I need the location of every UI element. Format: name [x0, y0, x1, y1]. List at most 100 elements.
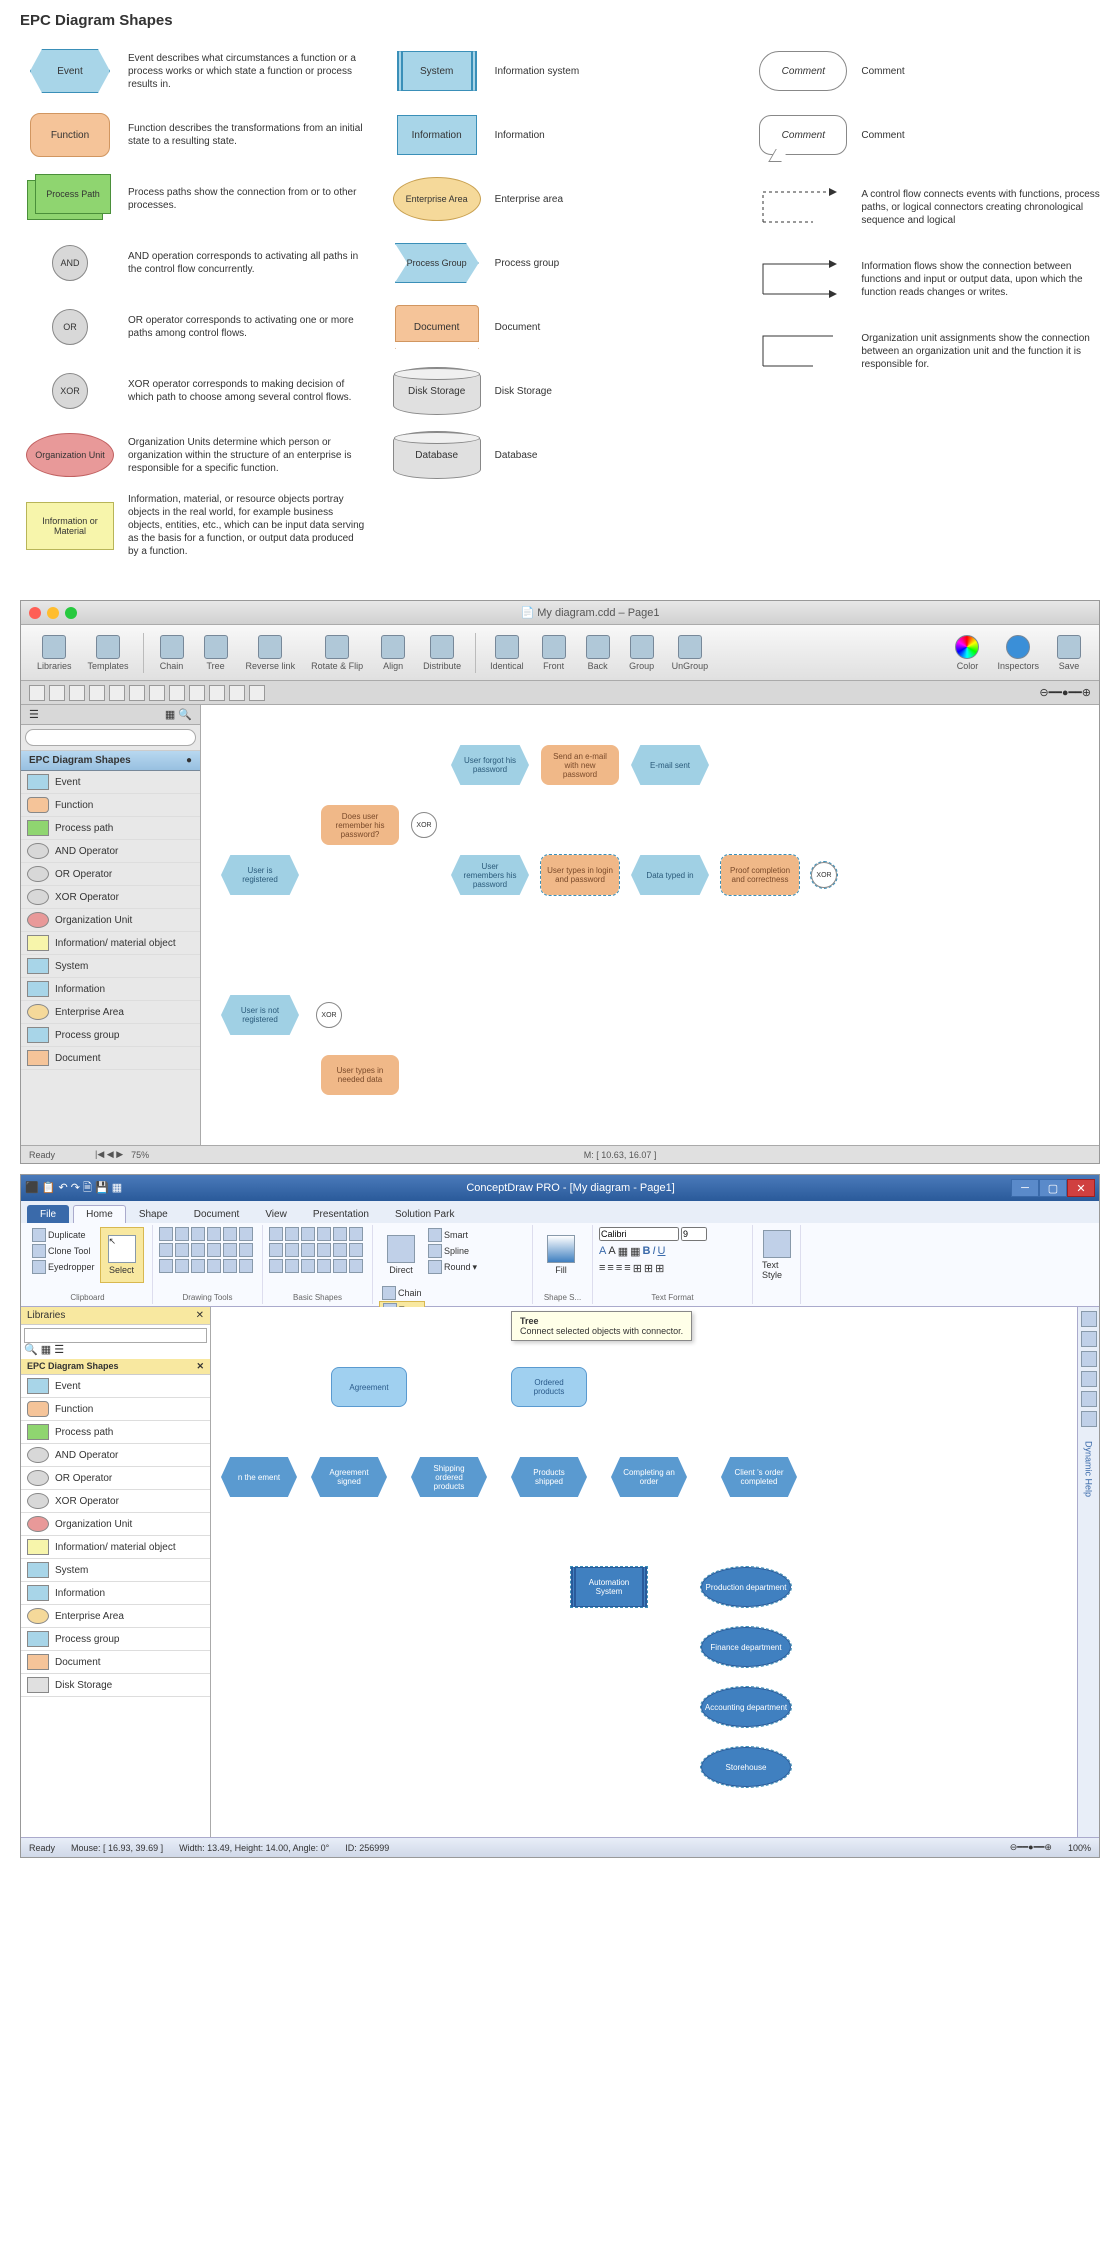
node-xor-3[interactable]: XOR	[316, 1002, 342, 1028]
node-production-dept[interactable]: Production department	[701, 1567, 791, 1607]
close-button[interactable]	[29, 607, 41, 619]
zoom-value[interactable]: 75%	[131, 1150, 149, 1160]
save-button[interactable]: Save	[1049, 633, 1089, 673]
tab-shape[interactable]: Shape	[126, 1205, 181, 1223]
tool-icon[interactable]	[89, 685, 105, 701]
node-not-registered[interactable]: User is not registered	[221, 995, 299, 1035]
close-button[interactable]: ✕	[1067, 1179, 1095, 1197]
color-button[interactable]: Color	[947, 633, 987, 673]
templates-button[interactable]: Templates	[82, 633, 135, 673]
sidebar-panel-title[interactable]: EPC Diagram Shapes	[27, 1361, 119, 1372]
node-finance-dept[interactable]: Finance department	[701, 1627, 791, 1667]
mac-titlebar[interactable]: 📄 My diagram.cdd – Page1	[21, 601, 1099, 625]
node-order-completed[interactable]: Client 's order completed	[721, 1457, 797, 1497]
node-storehouse[interactable]: Storehouse	[701, 1747, 791, 1787]
close-icon[interactable]: ✕	[196, 1310, 204, 1321]
maximize-button[interactable]	[65, 607, 77, 619]
ungroup-button[interactable]: UnGroup	[666, 633, 715, 673]
sidebar-item[interactable]: Event	[21, 1375, 210, 1398]
grid-view-icon[interactable]: ▦ 🔍	[165, 708, 192, 721]
tool-icon[interactable]	[1081, 1411, 1097, 1427]
direct-button[interactable]: Direct	[379, 1227, 423, 1283]
tool-icon[interactable]	[189, 685, 205, 701]
minimize-button[interactable]: ─	[1011, 1179, 1039, 1197]
sidebar-item[interactable]: Process path	[21, 817, 200, 840]
node-data-typed[interactable]: Data typed in	[631, 855, 709, 895]
tool-icon[interactable]	[249, 685, 265, 701]
spline-button[interactable]: Spline	[425, 1243, 480, 1259]
zoom-value[interactable]: 100%	[1068, 1843, 1091, 1853]
sidebar-item[interactable]: AND Operator	[21, 840, 200, 863]
libraries-button[interactable]: Libraries	[31, 633, 78, 673]
close-icon[interactable]: ✕	[196, 1361, 204, 1372]
tool-icon[interactable]	[229, 685, 245, 701]
sidebar-item[interactable]: Information	[21, 1582, 210, 1605]
node-proof-completion[interactable]: Proof completion and correctness	[721, 855, 799, 895]
sidebar-item[interactable]: Organization Unit	[21, 1513, 210, 1536]
tool-icon[interactable]	[169, 685, 185, 701]
font-size-select[interactable]	[681, 1227, 707, 1241]
distribute-button[interactable]: Distribute	[417, 633, 467, 673]
tab-document[interactable]: Document	[181, 1205, 253, 1223]
identical-button[interactable]: Identical	[484, 633, 530, 673]
node-xor-1[interactable]: XOR	[411, 812, 437, 838]
win-canvas[interactable]: TreeConnect selected objects with connec…	[211, 1307, 1077, 1837]
sidebar-item[interactable]: System	[21, 1559, 210, 1582]
tab-view[interactable]: View	[252, 1205, 300, 1223]
sidebar-item[interactable]: Process group	[21, 1024, 200, 1047]
sidebar-item[interactable]: Enterprise Area	[21, 1001, 200, 1024]
tool-icon[interactable]	[1081, 1371, 1097, 1387]
win-titlebar[interactable]: ⬛ 📋 ↶ ↷ 🗎 💾 ▦ ConceptDraw PRO - [My diag…	[21, 1175, 1099, 1201]
library-search-input[interactable]	[24, 1328, 207, 1343]
node-user-registered[interactable]: User is registered	[221, 855, 299, 895]
zoom-slider[interactable]: ⊖━━●━━⊕	[1010, 1842, 1052, 1853]
tab-presentation[interactable]: Presentation	[300, 1205, 382, 1223]
sidebar-item[interactable]: XOR Operator	[21, 886, 200, 909]
node-remembers-password[interactable]: User remembers his password	[451, 855, 529, 895]
reverse-link-button[interactable]: Reverse link	[240, 633, 302, 673]
chain-button[interactable]: Chain	[379, 1285, 425, 1301]
font-select[interactable]	[599, 1227, 679, 1241]
sidebar-item[interactable]: Organization Unit	[21, 909, 200, 932]
node-xor-2[interactable]: XOR	[811, 862, 837, 888]
round-button[interactable]: Round ▾	[425, 1259, 480, 1275]
sidebar-search-input[interactable]	[25, 729, 196, 746]
inspectors-button[interactable]: Inspectors	[991, 633, 1045, 673]
dynamic-help[interactable]: Dynamic Help	[1084, 1441, 1094, 1497]
back-button[interactable]: Back	[578, 633, 618, 673]
sidebar-item[interactable]: XOR Operator	[21, 1490, 210, 1513]
node-nth[interactable]: n the ement	[221, 1457, 297, 1497]
sidebar-item[interactable]: OR Operator	[21, 863, 200, 886]
tool-icon[interactable]	[29, 685, 45, 701]
sidebar-item[interactable]: Document	[21, 1651, 210, 1674]
sidebar-item[interactable]: Information	[21, 978, 200, 1001]
select-button[interactable]: ↖Select	[100, 1227, 144, 1283]
clone-tool-button[interactable]: Clone Tool	[29, 1243, 98, 1259]
minimize-button[interactable]	[47, 607, 59, 619]
sidebar-item[interactable]: AND Operator	[21, 1444, 210, 1467]
sidebar-panel-title[interactable]: EPC Diagram Shapes ●	[21, 751, 200, 771]
sidebar-item[interactable]: OR Operator	[21, 1467, 210, 1490]
tool-icon[interactable]	[1081, 1391, 1097, 1407]
sidebar-item[interactable]: Process group	[21, 1628, 210, 1651]
sidebar-item[interactable]: System	[21, 955, 200, 978]
node-completing-order[interactable]: Completing an order	[611, 1457, 687, 1497]
tool-icon[interactable]	[1081, 1311, 1097, 1327]
tool-icon[interactable]	[49, 685, 65, 701]
node-send-email[interactable]: Send an e-mail with new password	[541, 745, 619, 785]
tab-file[interactable]: File	[27, 1205, 69, 1223]
duplicate-button[interactable]: Duplicate	[29, 1227, 98, 1243]
node-remember-password[interactable]: Does user remember his password?	[321, 805, 399, 845]
smart-button[interactable]: Smart	[425, 1227, 480, 1243]
sidebar-item[interactable]: Document	[21, 1047, 200, 1070]
sidebar-item[interactable]: Information/ material object	[21, 1536, 210, 1559]
rotate-flip-button[interactable]: Rotate & Flip	[305, 633, 369, 673]
eyedropper-button[interactable]: Eyedropper	[29, 1259, 98, 1275]
node-types-data[interactable]: User types in needed data	[321, 1055, 399, 1095]
maximize-button[interactable]: ▢	[1039, 1179, 1067, 1197]
text-format-buttons[interactable]: AA▦▦BIU	[599, 1245, 707, 1258]
sidebar-item[interactable]: Function	[21, 1398, 210, 1421]
tree-button[interactable]: Tree	[196, 633, 236, 673]
node-agreement-signed[interactable]: Agreement signed	[311, 1457, 387, 1497]
node-email-sent[interactable]: E-mail sent	[631, 745, 709, 785]
